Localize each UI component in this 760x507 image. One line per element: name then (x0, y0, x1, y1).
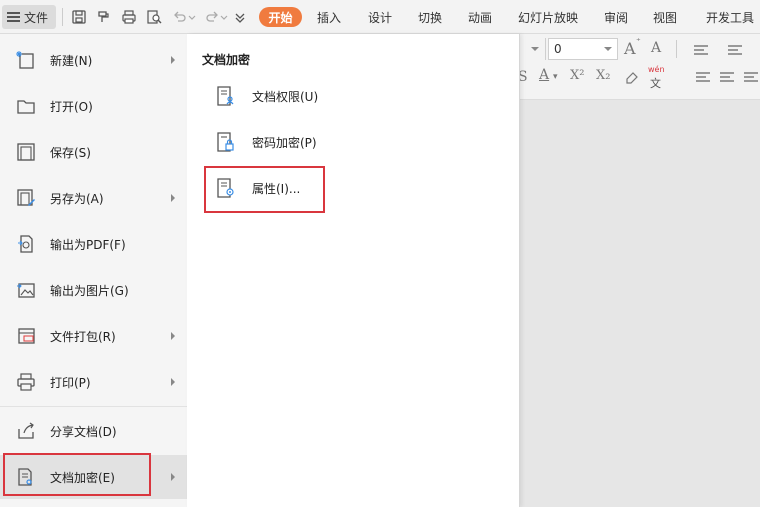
file-menu-label: 文件 (24, 10, 49, 25)
format-painter-icon[interactable] (96, 9, 112, 25)
tab-developer[interactable]: 开发工具 (706, 9, 754, 26)
menu-item-new[interactable]: 新建(N) (0, 38, 187, 82)
redo-dropdown-icon[interactable] (220, 9, 228, 25)
submenu-item-permission[interactable]: 文档权限(U) (215, 81, 335, 111)
menu-item-label: 输出为图片(G) (50, 283, 129, 298)
menu-item-label: 输出为PDF(F) (50, 237, 126, 252)
menu-item-label: 分享文档(D) (50, 424, 117, 439)
menu-item-save[interactable]: 保存(S) (0, 130, 187, 174)
submenu-item-password[interactable]: 密码加密(P) (215, 127, 335, 157)
superscript-icon[interactable]: X² (570, 68, 584, 83)
subscript-icon[interactable]: X₂ (596, 68, 610, 83)
pinyin-label: wén (648, 65, 665, 74)
align-left-icon[interactable] (696, 72, 710, 82)
document-canvas[interactable] (521, 100, 760, 507)
menu-item-save-as[interactable]: 另存为(A) (0, 176, 187, 220)
undo-icon[interactable] (172, 9, 188, 25)
folder-open-icon (17, 100, 35, 114)
doc-permission-icon (217, 86, 234, 106)
menu-item-encrypt[interactable]: 文档加密(E) (0, 455, 187, 499)
align-center-icon[interactable] (720, 72, 734, 82)
tab-design[interactable]: 设计 (368, 9, 392, 26)
menu-item-print[interactable]: 打印(P) (0, 360, 187, 404)
tab-insert[interactable]: 插入 (317, 9, 341, 26)
password-lock-icon (217, 132, 234, 152)
tab-home[interactable]: 开始 (259, 7, 302, 27)
submenu-item-label: 属性(I)... (252, 181, 301, 196)
undo-dropdown-icon[interactable] (188, 9, 196, 25)
print-icon (17, 373, 35, 391)
tab-transitions[interactable]: 切换 (418, 9, 442, 26)
menu-item-label: 打开(O) (50, 99, 93, 114)
chevron-right-icon (171, 56, 175, 64)
export-pdf-icon (18, 235, 33, 253)
menu-item-share[interactable]: 分享文档(D) (0, 409, 187, 453)
font-color-dropdown-icon[interactable]: ▾ (553, 72, 558, 82)
tab-view[interactable]: 视图 (653, 9, 677, 26)
pinyin-guide-icon[interactable]: 文 (650, 75, 661, 91)
menu-item-label: 文档加密(E) (50, 470, 115, 485)
menu-item-label: 另存为(A) (50, 191, 104, 206)
file-menu-button[interactable]: 文件 (2, 5, 56, 29)
bullet-list-icon[interactable] (694, 45, 708, 55)
menu-item-export-pdf[interactable]: 输出为PDF(F) (0, 222, 187, 266)
submenu-item-properties[interactable]: 属性(I)... (215, 173, 325, 203)
align-right-icon[interactable] (744, 72, 758, 82)
increase-font-arrow-icon: ⁺ (636, 37, 641, 47)
font-color-icon[interactable]: A (539, 67, 549, 83)
share-icon (18, 422, 34, 439)
chevron-right-icon (171, 378, 175, 386)
package-icon (18, 328, 35, 344)
hamburger-icon (7, 12, 20, 22)
numbered-list-icon[interactable] (728, 45, 742, 55)
ribbon-divider (676, 40, 677, 58)
tab-review[interactable]: 审阅 (604, 9, 628, 26)
chevron-right-icon (171, 332, 175, 340)
menu-item-label: 文件打包(R) (50, 329, 116, 344)
decrease-font-icon[interactable]: A (651, 40, 661, 56)
file-menu-panel: 新建(N) 打开(O) 保存(S) 另存为(A) 输出为PDF(F) 输出为图片… (0, 34, 187, 507)
customize-toolbar-icon[interactable] (232, 9, 248, 25)
menu-item-open[interactable]: 打开(O) (0, 84, 187, 128)
menu-item-label: 打印(P) (50, 375, 91, 390)
menu-divider (0, 406, 187, 407)
save-icon[interactable] (71, 9, 87, 25)
toolbar-divider (62, 8, 63, 26)
print-preview-icon[interactable] (146, 9, 162, 25)
encrypt-submenu: 文档加密 文档权限(U) 密码加密(P) 属性(I)... (187, 34, 520, 507)
chevron-right-icon (171, 473, 175, 481)
increase-font-icon[interactable]: A (624, 39, 636, 58)
submenu-item-label: 文档权限(U) (252, 89, 319, 104)
font-size-input[interactable]: 0 (548, 38, 618, 60)
submenu-item-label: 密码加密(P) (252, 135, 317, 150)
ribbon-panel: 0 A ⁺ A S A ▾ X² X₂ wén 文 (518, 34, 760, 100)
submenu-title: 文档加密 (202, 53, 251, 67)
menu-item-label: 保存(S) (50, 145, 91, 160)
redo-icon[interactable] (204, 9, 220, 25)
save-as-icon (17, 189, 35, 206)
menu-item-label: 新建(N) (50, 53, 93, 68)
menu-item-export-image[interactable]: 输出为图片(G) (0, 268, 187, 312)
eraser-icon[interactable] (624, 69, 640, 85)
encrypt-doc-icon (18, 468, 32, 486)
chevron-right-icon (171, 194, 175, 202)
tab-slideshow[interactable]: 幻灯片放映 (518, 9, 578, 26)
export-image-icon (17, 283, 35, 298)
tab-animations[interactable]: 动画 (468, 9, 492, 26)
print-icon[interactable] (121, 9, 137, 25)
new-doc-icon (16, 51, 34, 69)
font-name-dropdown[interactable] (520, 38, 546, 60)
menu-item-package[interactable]: 文件打包(R) (0, 314, 187, 358)
doc-properties-icon (217, 178, 234, 198)
top-toolbar: 文件 开始 插入 设计 切换 动画 幻灯片放映 审阅 视图 开发工具 (0, 0, 760, 34)
save-icon (17, 143, 35, 161)
